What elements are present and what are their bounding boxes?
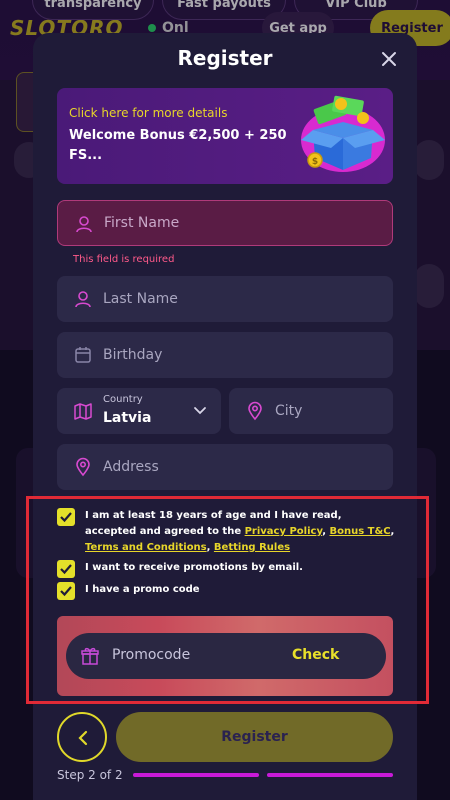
user-icon (75, 291, 91, 308)
banner-details-link[interactable]: Click here for more details (69, 106, 227, 120)
progress-step-1 (133, 773, 259, 777)
country-value: Latvia (103, 410, 152, 426)
first-name-placeholder: First Name (104, 215, 180, 231)
calendar-icon (75, 347, 91, 363)
birthday-placeholder: Birthday (103, 347, 163, 363)
last-name-placeholder: Last Name (103, 291, 178, 307)
register-submit-button[interactable]: Register (116, 712, 393, 762)
address-field[interactable]: Address (57, 444, 393, 490)
address-placeholder: Address (103, 459, 159, 475)
welcome-bonus-banner[interactable]: Click here for more details Welcome Bonu… (57, 88, 393, 184)
country-select[interactable]: Country Latvia (57, 388, 221, 434)
banner-bonus-text: Welcome Bonus €2,500 + 250 FS... (69, 128, 287, 163)
birthday-field[interactable]: Birthday (57, 332, 393, 378)
svg-text:$: $ (312, 157, 318, 167)
close-icon (382, 52, 396, 66)
progress-step-2 (267, 773, 393, 777)
location-pin-icon (248, 401, 262, 421)
close-button[interactable] (378, 48, 400, 70)
city-field[interactable]: City (229, 388, 393, 434)
first-name-field[interactable]: First Name (57, 200, 393, 246)
location-pin-icon (76, 457, 90, 477)
city-placeholder: City (275, 403, 303, 419)
highlight-box (26, 496, 429, 704)
back-button[interactable] (57, 712, 107, 762)
chevron-down-icon (194, 407, 206, 415)
country-caption: Country (103, 394, 143, 405)
first-name-error: This field is required (73, 254, 175, 265)
map-icon (74, 403, 92, 420)
step-indicator: Step 2 of 2 (57, 768, 123, 782)
chevron-left-icon (78, 730, 88, 746)
user-icon (76, 216, 92, 233)
gift-box-money-icon: $ (301, 95, 385, 172)
last-name-field[interactable]: Last Name (57, 276, 393, 322)
